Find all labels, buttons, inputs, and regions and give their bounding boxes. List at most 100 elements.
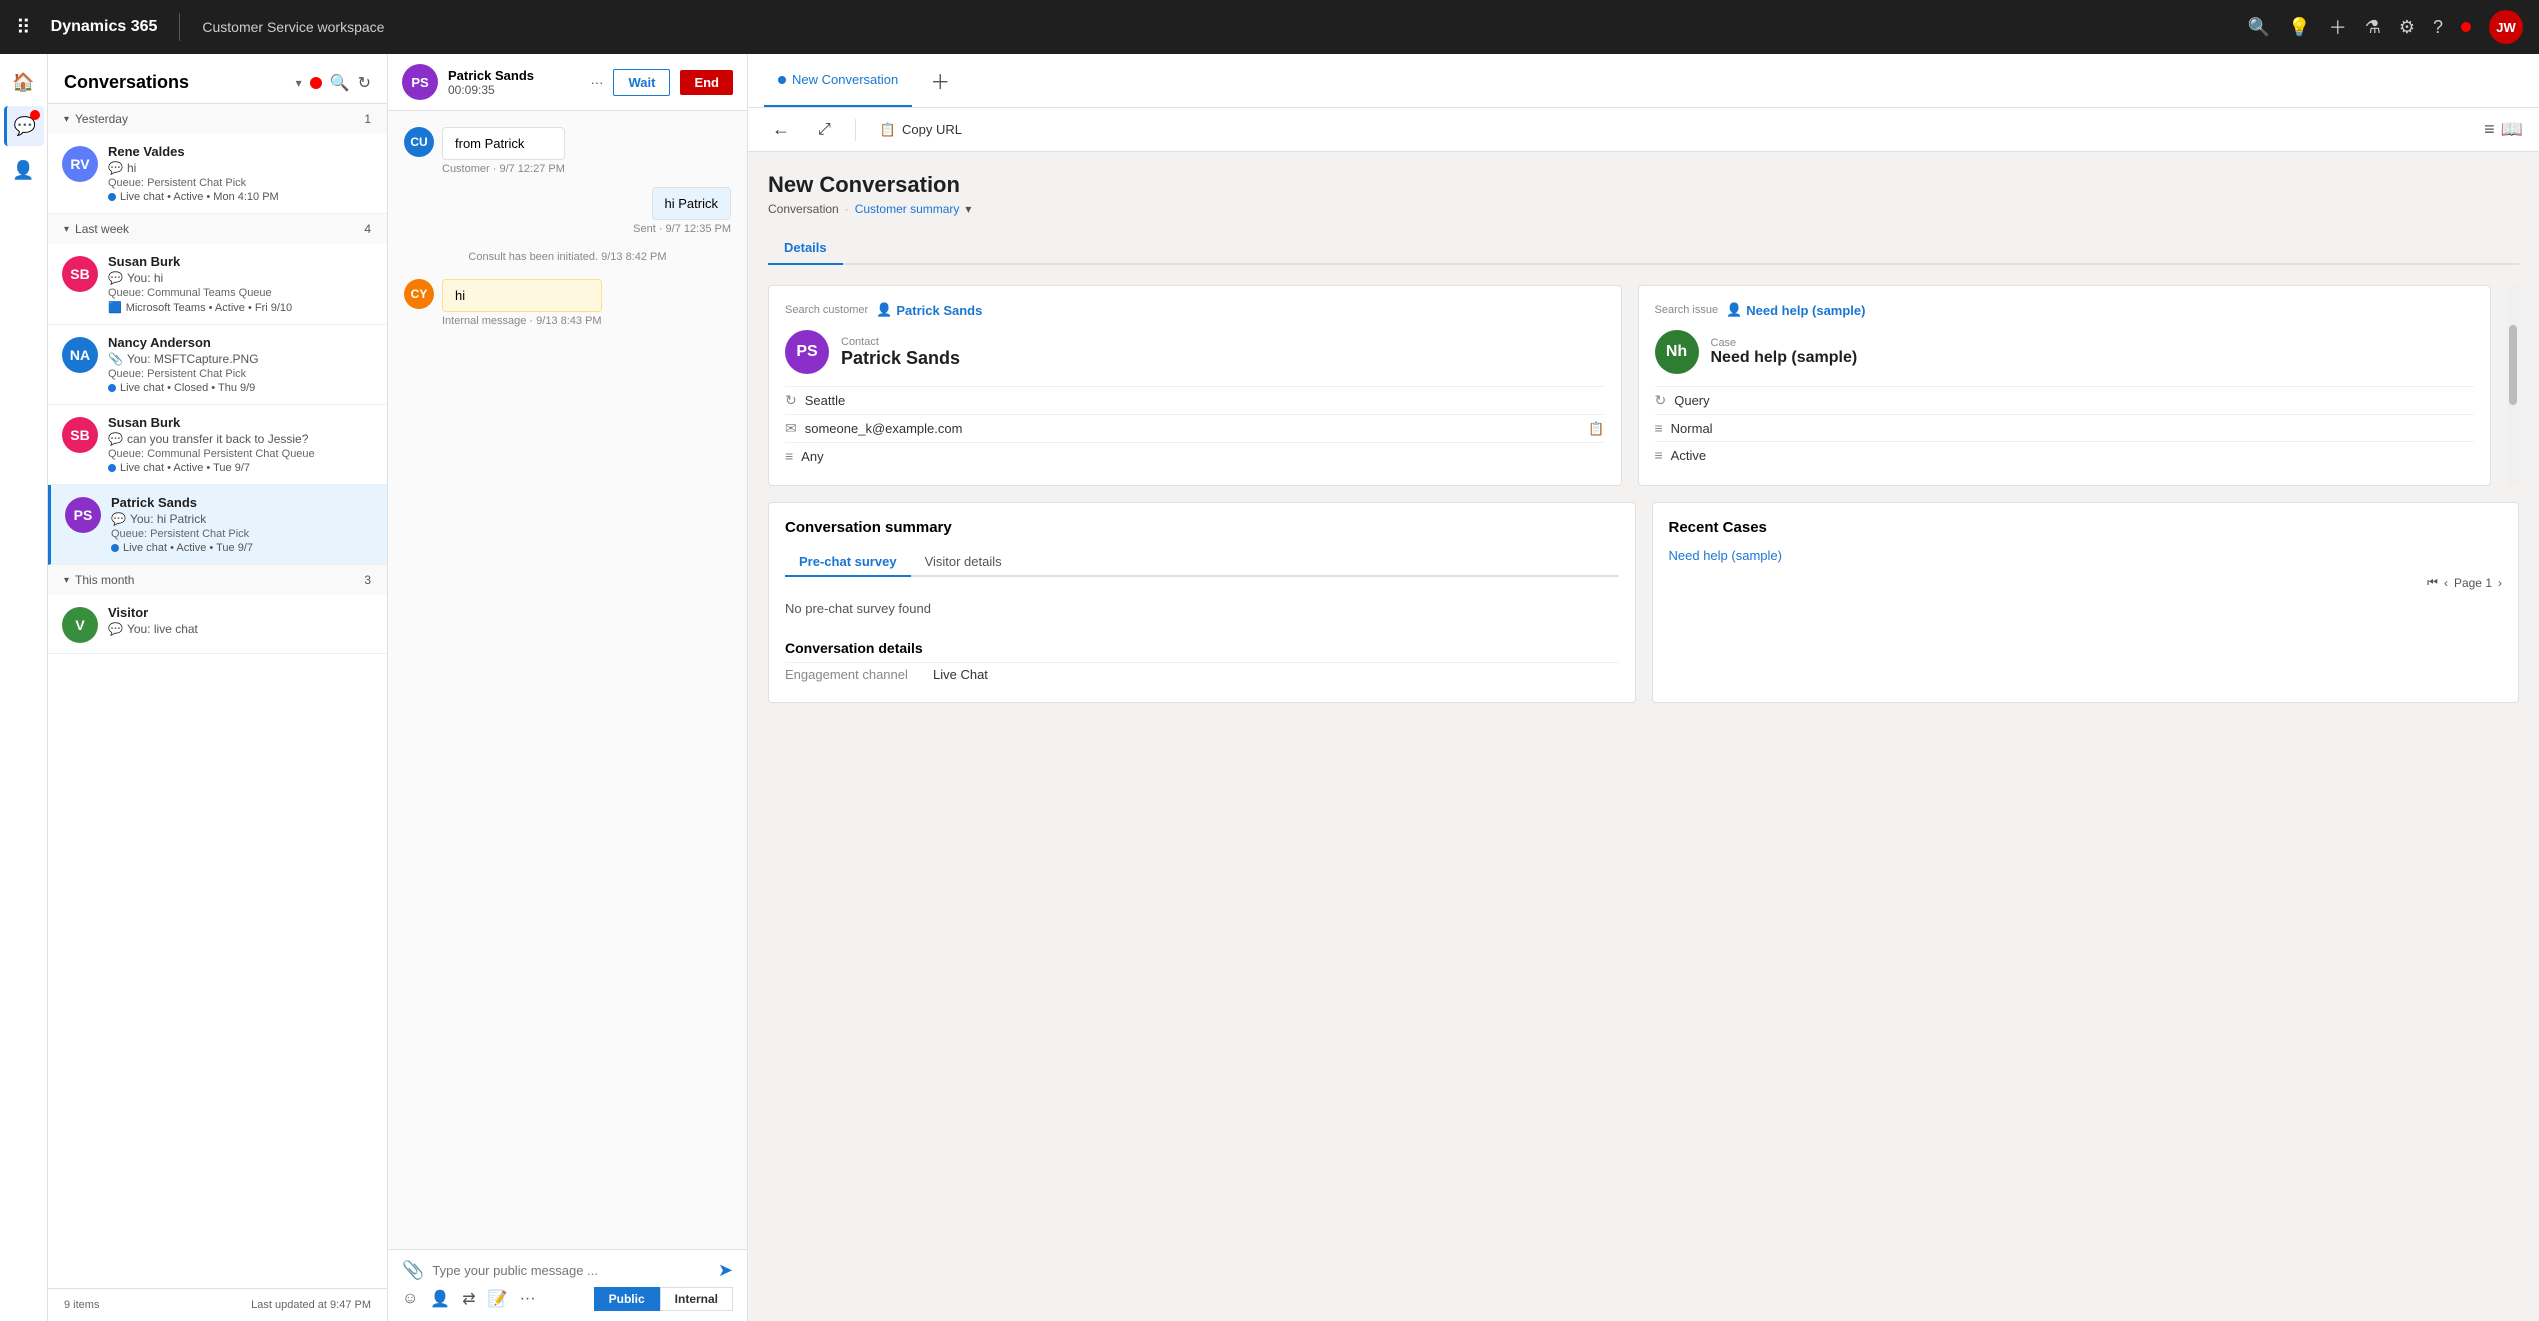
- msg-meta-sent: Sent · 9/7 12:35 PM: [633, 223, 731, 235]
- sidebar-refresh-icon[interactable]: ↻: [358, 73, 371, 93]
- more-icon[interactable]: ···: [590, 75, 603, 90]
- prev-page-icon[interactable]: ‹: [2444, 576, 2448, 590]
- no-survey-text: No pre-chat survey found: [785, 589, 1619, 628]
- conv-details-visitor: Visitor 💬 You: live chat: [108, 605, 373, 636]
- contact-avatar: PS: [785, 330, 829, 374]
- issue-card-header: Search issue 👤 Need help (sample): [1655, 302, 2475, 318]
- case-detail-normal: ≡ Normal: [1655, 414, 2475, 441]
- panel-list-icon[interactable]: ≡: [2484, 119, 2495, 140]
- note-icon[interactable]: 📝: [488, 1289, 508, 1309]
- more-tools-icon[interactable]: ···: [520, 1290, 536, 1308]
- contacts-rail-icon[interactable]: 👤: [4, 150, 44, 190]
- public-tab-button[interactable]: Public: [594, 1287, 660, 1311]
- group-chevron: ▾: [64, 575, 69, 586]
- conv-item-susan2[interactable]: SB Susan Burk 💬 can you transfer it back…: [48, 405, 387, 485]
- recent-case-link[interactable]: Need help (sample): [1669, 548, 1782, 563]
- footer-updated: Last updated at 9:47 PM: [251, 1299, 371, 1311]
- tab-label: New Conversation: [792, 72, 898, 87]
- sidebar-title-chevron[interactable]: ▾: [296, 76, 302, 90]
- agent-icon[interactable]: 👤: [430, 1289, 450, 1309]
- conv-details-rene: Rene Valdes 💬 hi Queue: Persistent Chat …: [108, 144, 373, 203]
- chat-header: PS Patrick Sands 00:09:35 ··· Wait End: [388, 54, 747, 111]
- contact-name: Patrick Sands: [841, 348, 960, 369]
- grid-icon[interactable]: ⠿: [16, 15, 31, 40]
- first-page-icon[interactable]: ⏮: [2427, 575, 2438, 590]
- left-rail: 🏠 💬 👤: [0, 54, 48, 1321]
- panel-book-icon[interactable]: 📖: [2501, 119, 2523, 140]
- case-icon: 👤: [1726, 302, 1742, 318]
- conv-item-visitor[interactable]: V Visitor 💬 You: live chat: [48, 595, 387, 654]
- conv-item-patrick[interactable]: PS Patrick Sands 💬 You: hi Patrick Queue…: [48, 485, 387, 565]
- group-lastweek[interactable]: ▾ Last week 4: [48, 214, 387, 244]
- plus-nav-icon[interactable]: ＋: [2329, 14, 2347, 40]
- lightbulb-icon[interactable]: 💡: [2288, 17, 2310, 38]
- tab-buttons: Public Internal: [594, 1287, 733, 1311]
- conv-preview: 📎 You: MSFTCapture.PNG: [108, 352, 373, 366]
- chat-input[interactable]: [432, 1263, 709, 1278]
- conv-item-susan1[interactable]: SB Susan Burk 💬 You: hi Queue: Communal …: [48, 244, 387, 325]
- wait-button[interactable]: Wait: [613, 69, 670, 96]
- user-avatar[interactable]: JW: [2489, 10, 2523, 44]
- channel-dot: [108, 384, 116, 392]
- breadcrumb-chevron[interactable]: ▾: [965, 202, 971, 216]
- msg-avatar-cy: CY: [404, 279, 434, 309]
- toolbar-divider: [855, 119, 856, 141]
- tab-pre-chat[interactable]: Pre-chat survey: [785, 548, 911, 577]
- chat-bubble-icon: 💬: [111, 512, 126, 526]
- status-dot: [2461, 22, 2471, 32]
- tab-visitor-details[interactable]: Visitor details: [911, 548, 1016, 577]
- chat-timer: 00:09:35: [448, 83, 534, 97]
- attachment-icon[interactable]: 📎: [402, 1260, 424, 1281]
- cards-row-2: Conversation summary Pre-chat survey Vis…: [768, 502, 2519, 703]
- settings-icon[interactable]: ⚙: [2399, 17, 2415, 38]
- chat-bubble-icon: 💬: [108, 622, 123, 636]
- sidebar-header: Conversations ▾ 🔍 ↻: [48, 54, 387, 104]
- sidebar-search-icon[interactable]: 🔍: [330, 73, 350, 93]
- contact-detail-any: ≡ Any: [785, 442, 1605, 469]
- conv-item-rene[interactable]: RV Rene Valdes 💬 hi Queue: Persistent Ch…: [48, 134, 387, 214]
- end-button[interactable]: End: [680, 70, 733, 95]
- conv-list: ▾ Yesterday 1 RV Rene Valdes 💬 hi Queue:…: [48, 104, 387, 1288]
- chat-bubble-icon: 💬: [108, 161, 123, 175]
- help-icon[interactable]: ?: [2433, 17, 2443, 38]
- back-button[interactable]: ←: [764, 115, 798, 144]
- search-customer-value[interactable]: 👤 Patrick Sands: [876, 302, 982, 318]
- emoji-icon[interactable]: ☺: [402, 1290, 418, 1308]
- engagement-channel-row: Engagement channel Live Chat: [785, 662, 1619, 686]
- internal-tab-button[interactable]: Internal: [660, 1287, 733, 1311]
- tab-new-conversation[interactable]: New Conversation: [764, 54, 912, 107]
- filter-icon[interactable]: ⚗: [2365, 17, 2381, 38]
- add-tab-icon[interactable]: ＋: [930, 66, 950, 95]
- msg-bubble-1: from Patrick Customer · 9/7 12:27 PM: [442, 127, 565, 175]
- tab-details[interactable]: Details: [768, 232, 843, 265]
- next-page-icon[interactable]: ›: [2498, 576, 2502, 590]
- issue-card: Search issue 👤 Need help (sample) Nh Cas…: [1638, 285, 2492, 486]
- page-label: Page 1: [2454, 576, 2492, 590]
- engagement-value: Live Chat: [933, 667, 988, 682]
- search-issue-value[interactable]: 👤 Need help (sample): [1726, 302, 1865, 318]
- send-icon[interactable]: ➤: [718, 1260, 733, 1281]
- sidebar: Conversations ▾ 🔍 ↻ ▾ Yesterday 1 RV Ren…: [48, 54, 388, 1321]
- conv-item-nancy[interactable]: NA Nancy Anderson 📎 You: MSFTCapture.PNG…: [48, 325, 387, 405]
- popout-button[interactable]: ⤢: [810, 117, 839, 143]
- scrollbar[interactable]: [2507, 285, 2519, 486]
- email-copy-icon[interactable]: 📋: [1588, 421, 1604, 437]
- conv-details-label: Conversation details: [785, 640, 1619, 656]
- conv-name: Rene Valdes: [108, 144, 373, 159]
- copy-url-button[interactable]: 📋 Copy URL: [872, 118, 970, 142]
- conversations-rail-icon[interactable]: 💬: [4, 106, 44, 146]
- scrollbar-thumb: [2509, 325, 2517, 405]
- group-thismonth[interactable]: ▾ This month 3: [48, 565, 387, 595]
- home-icon[interactable]: 🏠: [4, 62, 44, 102]
- sidebar-footer: 9 items Last updated at 9:47 PM: [48, 1288, 387, 1321]
- conv-details-nancy: Nancy Anderson 📎 You: MSFTCapture.PNG Qu…: [108, 335, 373, 394]
- workspace-name: Customer Service workspace: [202, 19, 384, 35]
- breadcrumb-part2[interactable]: Customer summary: [855, 202, 960, 216]
- conv-summary-title: Conversation summary: [785, 519, 1619, 536]
- group-yesterday[interactable]: ▾ Yesterday 1: [48, 104, 387, 134]
- msg-text-internal: hi: [442, 279, 602, 312]
- pagination: ⏮ ‹ Page 1 ›: [1669, 575, 2503, 590]
- main-layout: 🏠 💬 👤 Conversations ▾ 🔍 ↻ ▾ Yesterday 1 …: [0, 54, 2539, 1321]
- transfer-icon[interactable]: ⇄: [462, 1289, 475, 1309]
- search-nav-icon[interactable]: 🔍: [2248, 17, 2270, 38]
